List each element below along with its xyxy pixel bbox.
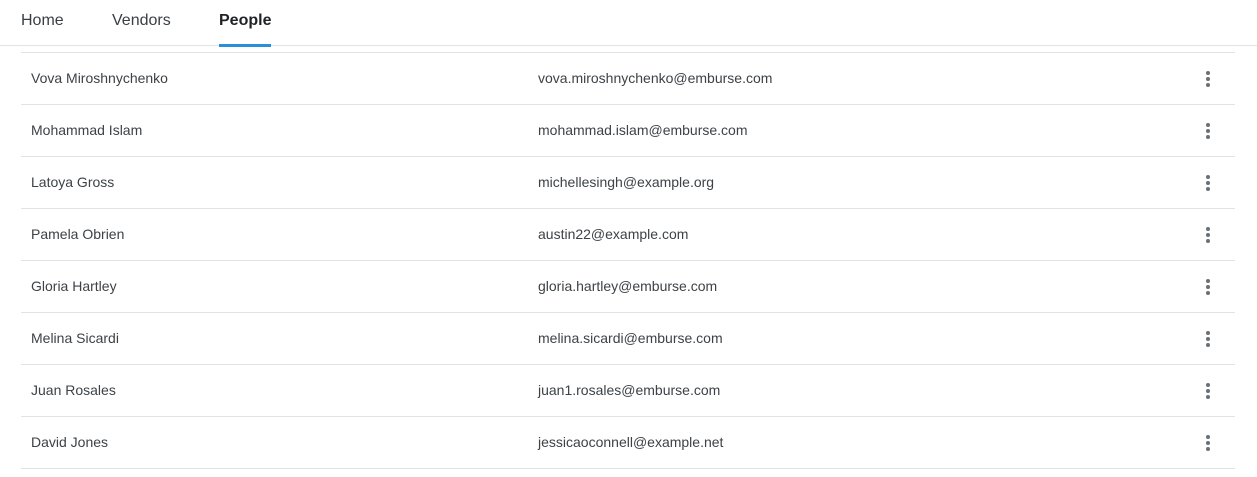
person-email: juan1.rosales@emburse.com xyxy=(538,382,721,398)
person-email: vova.miroshnychenko@emburse.com xyxy=(538,70,773,86)
more-vertical-icon[interactable] xyxy=(1196,65,1220,93)
person-email: melina.sicardi@emburse.com xyxy=(538,330,723,346)
table-row: Gloria Hartley gloria.hartley@emburse.co… xyxy=(21,261,1235,313)
more-vertical-icon[interactable] xyxy=(1196,169,1220,197)
tab-vendors[interactable]: Vendors xyxy=(112,0,171,46)
people-list: Vova Miroshnychenko vova.miroshnychenko@… xyxy=(21,52,1235,469)
more-vertical-icon[interactable] xyxy=(1196,429,1220,457)
table-row: David Jones jessicaoconnell@example.net xyxy=(21,417,1235,469)
person-name: Juan Rosales xyxy=(31,382,116,398)
person-name: Vova Miroshnychenko xyxy=(31,70,168,86)
table-row: Vova Miroshnychenko vova.miroshnychenko@… xyxy=(21,53,1235,105)
person-name: Latoya Gross xyxy=(31,174,115,190)
tab-bar: Home Vendors People xyxy=(0,0,1257,47)
person-name: David Jones xyxy=(31,434,109,450)
person-name: Melina Sicardi xyxy=(31,330,119,346)
more-vertical-icon[interactable] xyxy=(1196,221,1220,249)
person-email: jessicaoconnell@example.net xyxy=(538,434,724,450)
person-email: gloria.hartley@emburse.com xyxy=(538,278,718,294)
person-email: austin22@example.com xyxy=(538,226,689,242)
table-row: Pamela Obrien austin22@example.com xyxy=(21,209,1235,261)
person-email: mohammad.islam@emburse.com xyxy=(538,122,748,138)
more-vertical-icon[interactable] xyxy=(1196,325,1220,353)
table-row: Latoya Gross michellesingh@example.org xyxy=(21,157,1235,209)
table-row: Melina Sicardi melina.sicardi@emburse.co… xyxy=(21,313,1235,365)
tab-home[interactable]: Home xyxy=(21,0,64,46)
table-row: Juan Rosales juan1.rosales@emburse.com xyxy=(21,365,1235,417)
table-row: Mohammad Islam mohammad.islam@emburse.co… xyxy=(21,105,1235,157)
more-vertical-icon[interactable] xyxy=(1196,117,1220,145)
person-name: Pamela Obrien xyxy=(31,226,125,242)
person-email: michellesingh@example.org xyxy=(538,174,715,190)
person-name: Gloria Hartley xyxy=(31,278,117,294)
person-name: Mohammad Islam xyxy=(31,122,143,138)
tab-people[interactable]: People xyxy=(219,0,272,47)
more-vertical-icon[interactable] xyxy=(1196,273,1220,301)
more-vertical-icon[interactable] xyxy=(1196,377,1220,405)
